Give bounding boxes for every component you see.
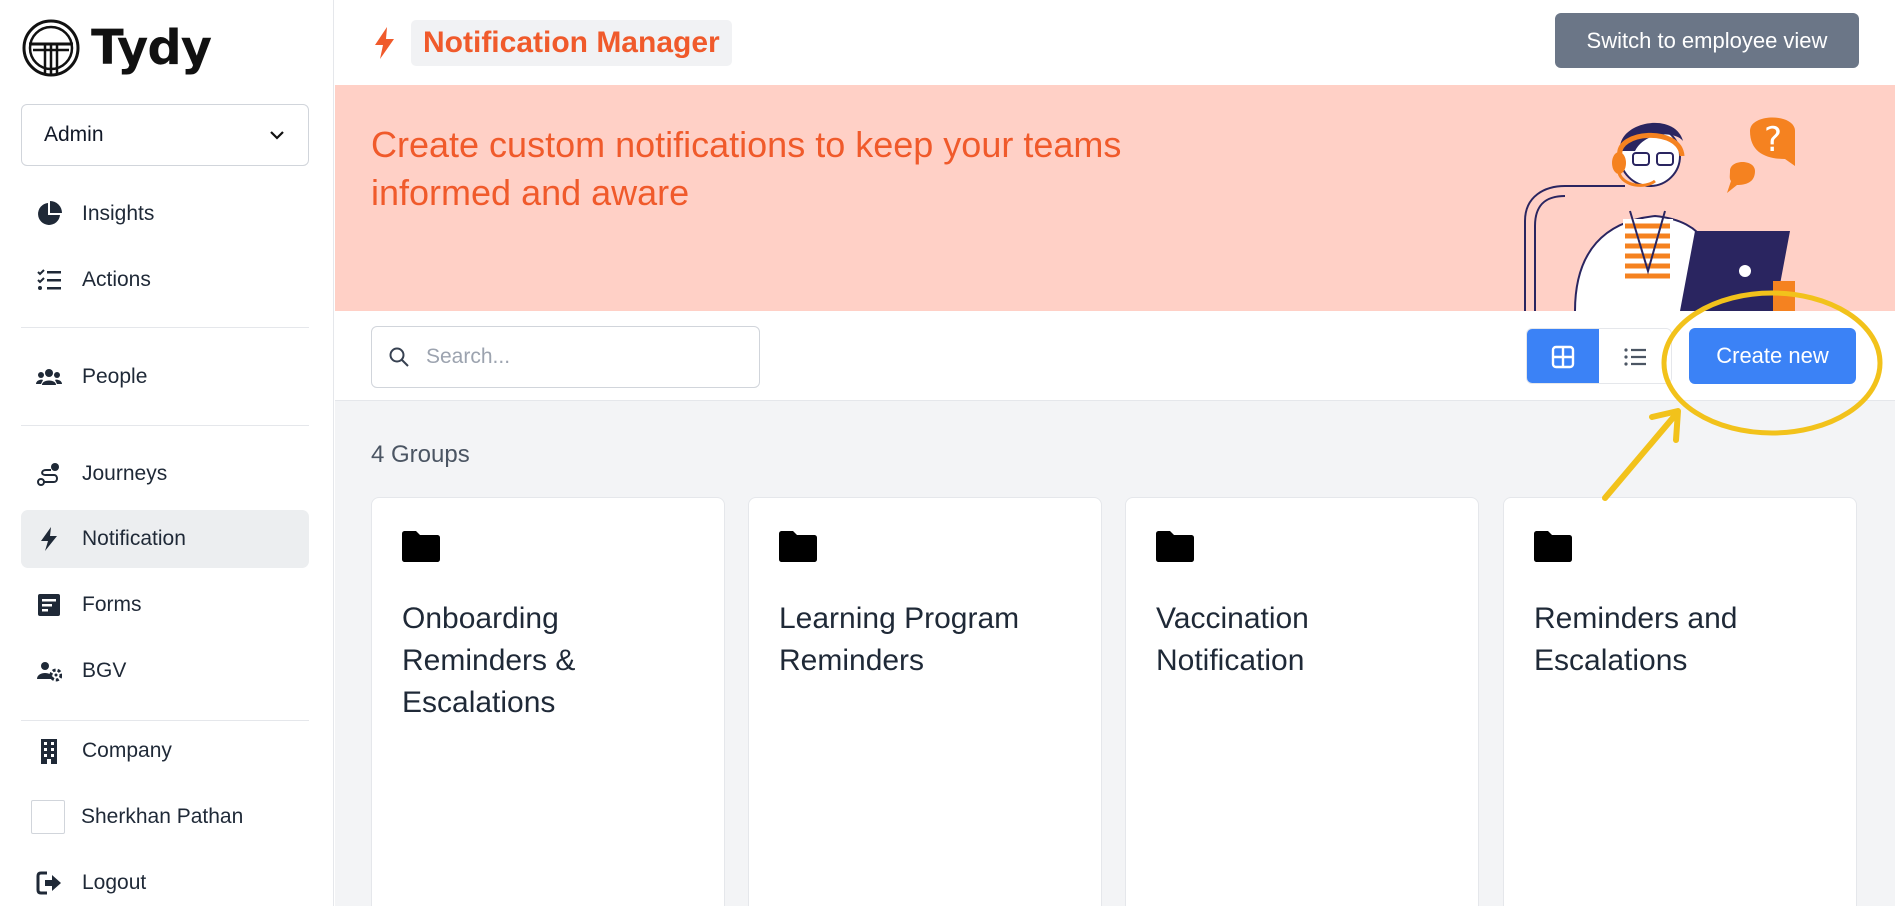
groups-area: 4 Groups Onboarding Reminders & Escalati… <box>335 401 1895 906</box>
sidebar-item-label: Notification <box>82 527 186 550</box>
sidebar-item-people[interactable]: People <box>21 348 309 406</box>
bolt-icon <box>35 525 63 553</box>
group-card[interactable]: Reminders and Escalations <box>1503 497 1857 906</box>
hero-banner: Create custom notifications to keep your… <box>335 85 1895 311</box>
role-select-value: Admin <box>44 123 104 146</box>
sidebar-item-bgv[interactable]: BGV <box>21 642 309 700</box>
group-count: 4 Groups <box>371 441 470 468</box>
sidebar-item-label: Logout <box>82 871 147 894</box>
group-title: Reminders and Escalations <box>1534 602 1738 677</box>
sidebar-item-forms[interactable]: Forms <box>21 576 309 634</box>
sidebar-item-profile[interactable]: Sherkhan Pathan <box>21 788 309 846</box>
checklist-icon <box>35 266 63 294</box>
switch-to-employee-view-button[interactable]: Switch to employee view <box>1555 13 1859 68</box>
logout-icon <box>35 869 63 897</box>
search-icon <box>389 347 409 367</box>
search-input[interactable] <box>426 345 746 369</box>
bolt-icon <box>375 27 394 59</box>
sidebar-item-label: BGV <box>82 659 127 682</box>
list-view-button[interactable] <box>1599 329 1671 383</box>
group-title: Onboarding Reminders & Escalations <box>402 602 576 719</box>
banner-text: Create custom notifications to keep your… <box>371 124 1122 213</box>
page-title: Notification Manager <box>411 20 732 66</box>
grid-icon <box>1551 345 1575 369</box>
sidebar-item-label: Sherkhan Pathan <box>81 805 244 828</box>
grid-view-button[interactable] <box>1527 329 1599 383</box>
page-title-wrap: Notification Manager <box>371 20 732 66</box>
sidebar-item-actions[interactable]: Actions <box>21 251 309 309</box>
svg-text:?: ? <box>1764 120 1782 160</box>
create-new-button[interactable]: Create new <box>1689 328 1856 384</box>
toolbar: Create new <box>335 311 1895 401</box>
pie-chart-icon <box>35 200 63 228</box>
sidebar-item-label: Actions <box>82 268 151 291</box>
sidebar-item-label: Insights <box>82 202 155 225</box>
form-icon <box>35 591 63 619</box>
sidebar-item-company[interactable]: Company <box>21 722 309 780</box>
sidebar-item-label: People <box>82 365 148 388</box>
sidebar-item-logout[interactable]: Logout <box>21 854 309 906</box>
sidebar-item-notification[interactable]: Notification <box>21 510 309 568</box>
folder-icon <box>1534 531 1572 562</box>
view-toggle <box>1526 328 1672 384</box>
sidebar-item-label: Journeys <box>82 462 168 485</box>
folder-icon <box>779 531 817 562</box>
group-card[interactable]: Vaccination Notification <box>1125 497 1479 906</box>
route-icon <box>35 460 63 488</box>
support-agent-illustration: ? <box>1524 117 1795 311</box>
page-header: Notification Manager Switch to employee … <box>335 0 1895 85</box>
avatar <box>31 800 65 834</box>
users-gear-icon <box>35 657 63 685</box>
divider <box>21 720 309 721</box>
sidebar: Tydy Admin Insights Actions People Journ… <box>0 0 334 906</box>
group-card[interactable]: Learning Program Reminders <box>748 497 1102 906</box>
sidebar-item-journeys[interactable]: Journeys <box>21 445 309 503</box>
tydy-logo-icon <box>22 19 80 77</box>
divider <box>21 425 309 426</box>
group-title: Learning Program Reminders <box>779 602 1020 677</box>
group-title: Vaccination Notification <box>1156 602 1309 677</box>
group-card[interactable]: Onboarding Reminders & Escalations <box>371 497 725 906</box>
brand-name: Tydy <box>91 20 212 76</box>
folder-icon <box>402 531 440 562</box>
sidebar-item-label: Forms <box>82 593 142 616</box>
chevron-down-icon <box>270 131 284 140</box>
folder-icon <box>1156 531 1194 562</box>
list-icon <box>1624 348 1646 366</box>
sidebar-item-label: Company <box>82 739 172 762</box>
brand-logo[interactable]: Tydy <box>21 18 212 78</box>
sidebar-item-insights[interactable]: Insights <box>21 185 309 243</box>
role-select[interactable]: Admin <box>21 104 309 166</box>
people-icon <box>35 363 63 391</box>
search-box[interactable] <box>371 326 760 388</box>
building-icon <box>35 737 63 765</box>
divider <box>21 327 309 328</box>
